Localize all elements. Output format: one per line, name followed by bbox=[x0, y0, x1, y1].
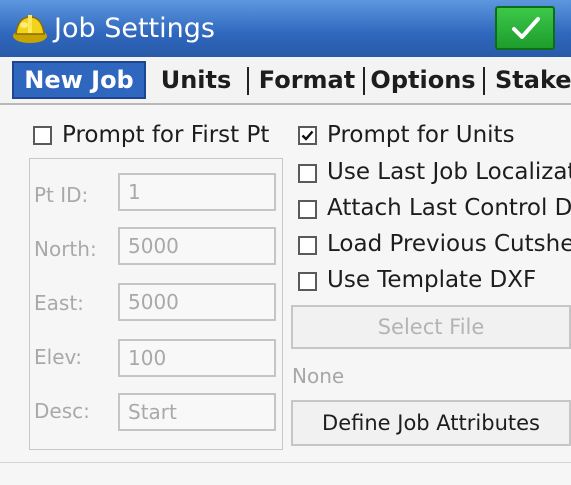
hardhat-icon bbox=[10, 9, 50, 49]
tab-stake[interactable]: Stake bbox=[487, 61, 571, 99]
prompt-first-pt-label: Prompt for First Pt bbox=[62, 122, 270, 148]
elev-field[interactable]: 100 bbox=[118, 339, 276, 377]
tab-bar: New Job Units Format Options Stake bbox=[0, 57, 571, 105]
pt-id-label: Pt ID: bbox=[34, 183, 89, 207]
load-previous-cutsheet-label: Load Previous Cutshe bbox=[327, 231, 571, 257]
prompt-units-checkbox[interactable] bbox=[298, 126, 317, 145]
tab-options[interactable]: Options bbox=[368, 61, 478, 99]
prompt-units-label: Prompt for Units bbox=[327, 122, 515, 148]
tab-format[interactable]: Format bbox=[253, 61, 361, 99]
checkmark-icon bbox=[512, 17, 540, 39]
attach-last-control-label: Attach Last Control Da bbox=[327, 195, 571, 221]
elev-label: Elev: bbox=[34, 345, 82, 369]
tab-units[interactable]: Units bbox=[150, 61, 242, 99]
load-previous-cutsheet-checkbox[interactable] bbox=[298, 236, 317, 255]
east-field[interactable]: 5000 bbox=[118, 283, 276, 321]
use-last-localization-checkbox[interactable] bbox=[298, 164, 317, 183]
title-bar: Job Settings bbox=[0, 0, 571, 57]
tab-new-job[interactable]: New Job bbox=[12, 61, 146, 99]
select-file-button[interactable]: Select File bbox=[291, 305, 571, 349]
divider bbox=[0, 462, 571, 463]
east-label: East: bbox=[34, 291, 84, 315]
checkmark-icon bbox=[301, 130, 314, 141]
file-status-text: None bbox=[292, 364, 345, 388]
desc-field[interactable]: Start bbox=[118, 393, 276, 431]
tab-separator bbox=[247, 67, 249, 95]
prompt-first-pt-checkbox[interactable] bbox=[33, 126, 52, 145]
ok-button[interactable] bbox=[495, 6, 555, 50]
define-job-attributes-button[interactable]: Define Job Attributes bbox=[291, 400, 571, 446]
north-field[interactable]: 5000 bbox=[118, 227, 276, 265]
north-label: North: bbox=[34, 237, 97, 261]
tab-separator bbox=[483, 67, 485, 95]
desc-label: Desc: bbox=[34, 399, 90, 423]
use-last-localization-label: Use Last Job Localizat bbox=[327, 159, 571, 185]
use-template-dxf-label: Use Template DXF bbox=[327, 267, 537, 293]
window-title: Job Settings bbox=[54, 13, 215, 44]
attach-last-control-checkbox[interactable] bbox=[298, 200, 317, 219]
tab-separator bbox=[363, 67, 365, 95]
use-template-dxf-checkbox[interactable] bbox=[298, 272, 317, 291]
pt-id-field[interactable]: 1 bbox=[118, 173, 276, 211]
